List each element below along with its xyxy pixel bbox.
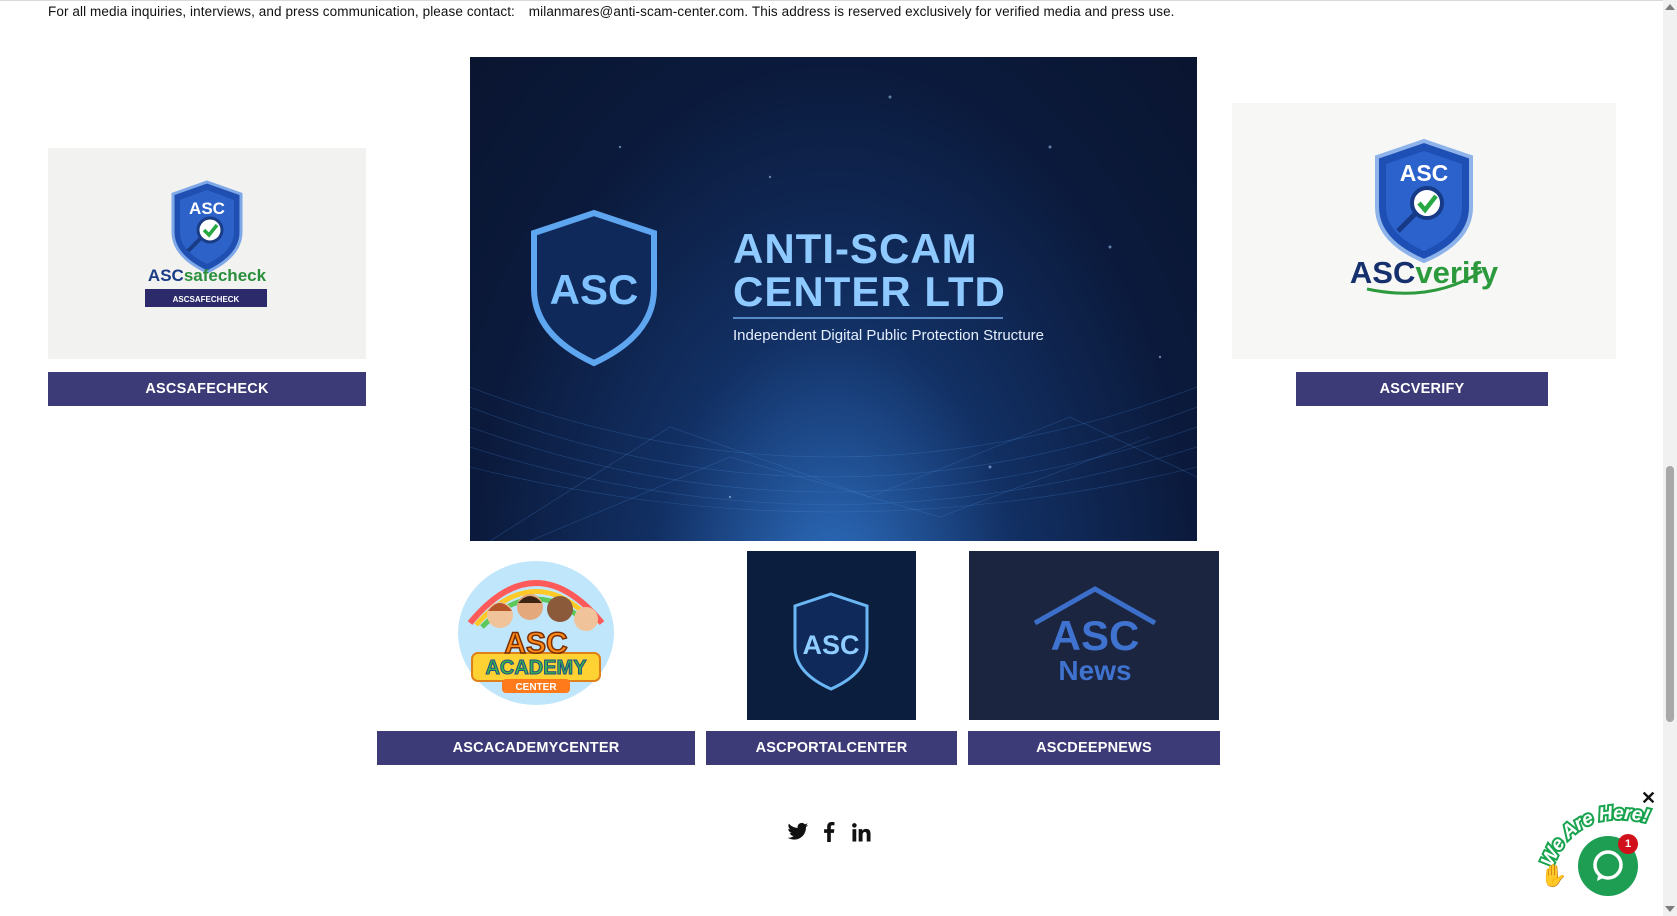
ascacademycenter-button[interactable]: ASCACADEMYCENTER [377, 731, 695, 765]
academy-image[interactable]: ASC ACADEMY CENTER [452, 553, 620, 715]
ascverify-button[interactable]: ASCVERIFY [1296, 372, 1548, 406]
verify-image[interactable]: ASC ASCverify [1232, 103, 1616, 359]
verify-logo-text-a: ASC [1350, 255, 1415, 290]
notice-text: For all media inquiries, interviews, and… [48, 4, 515, 19]
scroll-thumb[interactable] [1666, 466, 1674, 722]
twitter-icon[interactable] [785, 819, 811, 845]
safecheck-logo-text-b: safecheck [184, 266, 267, 285]
page-scrollbar[interactable] [1663, 0, 1677, 916]
news-logo-line1: ASC [1051, 612, 1140, 659]
hero-badge-text: ASC [550, 266, 639, 313]
portal-logo-badge: ASC [802, 630, 859, 660]
safecheck-logo-badge: ASC [189, 199, 225, 218]
hero-title-line2: CENTER LTD [733, 268, 1006, 315]
svg-text:ASCsafecheck: ASCsafecheck [148, 266, 267, 285]
top-divider [0, 0, 1663, 1]
chat-bubble-icon [1593, 850, 1623, 881]
media-contact-notice: For all media inquiries, interviews, and… [48, 4, 1175, 19]
hero-subtitle: Independent Digital Public Protection St… [733, 327, 1044, 344]
notice-tail: This address is reserved exclusively for… [751, 4, 1175, 19]
safecheck-logo-text-a: ASC [148, 266, 184, 285]
ascsafecheck-button[interactable]: ASCSAFECHECK [48, 372, 366, 406]
chat-unread-badge: 1 [1618, 834, 1638, 854]
academy-logo-line2: ACADEMY [485, 657, 587, 679]
wave-hand-icon: ✋ [1540, 863, 1568, 888]
hero-banner: ASC ANTI-SCAM CENTER LTD Independent Dig… [470, 57, 1197, 541]
academy-logo-line1: ASC [504, 627, 567, 660]
facebook-icon[interactable] [816, 819, 842, 845]
academy-logo-line3: CENTER [515, 682, 557, 693]
hero-title-line1: ANTI-SCAM [733, 225, 978, 272]
verify-logo-badge: ASC [1400, 160, 1449, 186]
notice-email-link[interactable]: milanmares@anti-scam-center.com. [529, 4, 748, 19]
ascportalcenter-button[interactable]: ASCPORTALCENTER [706, 731, 957, 765]
scroll-up-arrow[interactable] [1665, 4, 1675, 10]
svg-text:ASCverify: ASCverify [1350, 255, 1499, 290]
linkedin-icon[interactable] [848, 819, 874, 845]
portal-image[interactable]: ASC [747, 551, 916, 720]
safecheck-logo-strip: ASCSAFECHECK [173, 295, 240, 304]
news-image[interactable]: ASC News [969, 551, 1219, 720]
ascdeepnews-button[interactable]: ASCDEEPNEWS [968, 731, 1220, 765]
safecheck-image[interactable]: ASC ASCsafecheck ASCSAFECHECK [48, 148, 366, 359]
scroll-down-arrow[interactable] [1665, 906, 1675, 912]
news-logo-line2: News [1058, 655, 1131, 686]
